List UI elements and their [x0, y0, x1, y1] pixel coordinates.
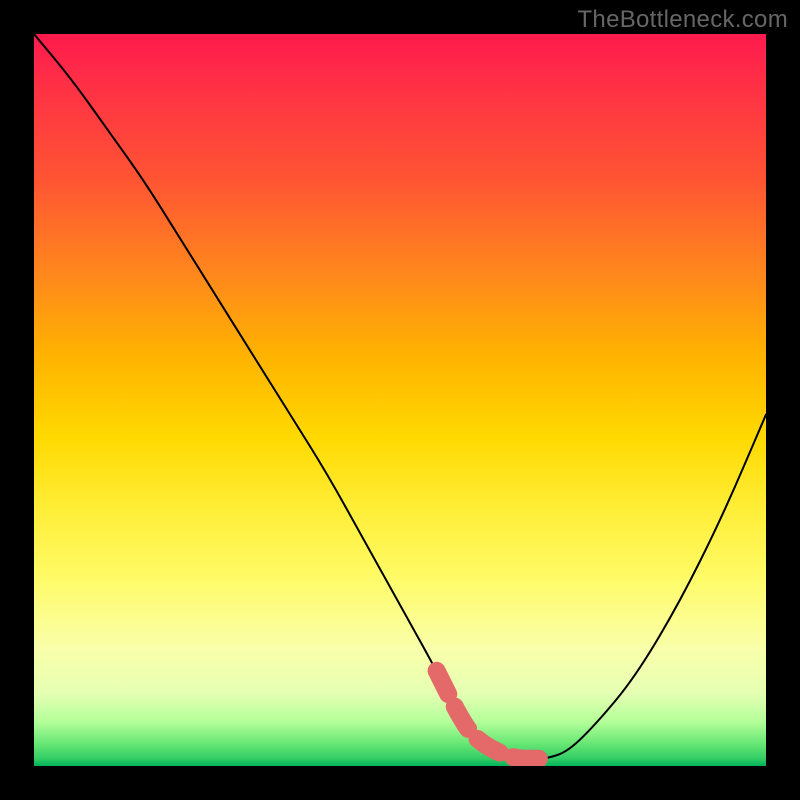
- watermark-text: TheBottleneck.com: [577, 6, 788, 34]
- bottleneck-curve: [34, 34, 766, 759]
- plot-area: [34, 34, 766, 766]
- optimal-range-band: [437, 671, 539, 759]
- curve-layer: [34, 34, 766, 766]
- chart-frame: TheBottleneck.com: [0, 0, 800, 800]
